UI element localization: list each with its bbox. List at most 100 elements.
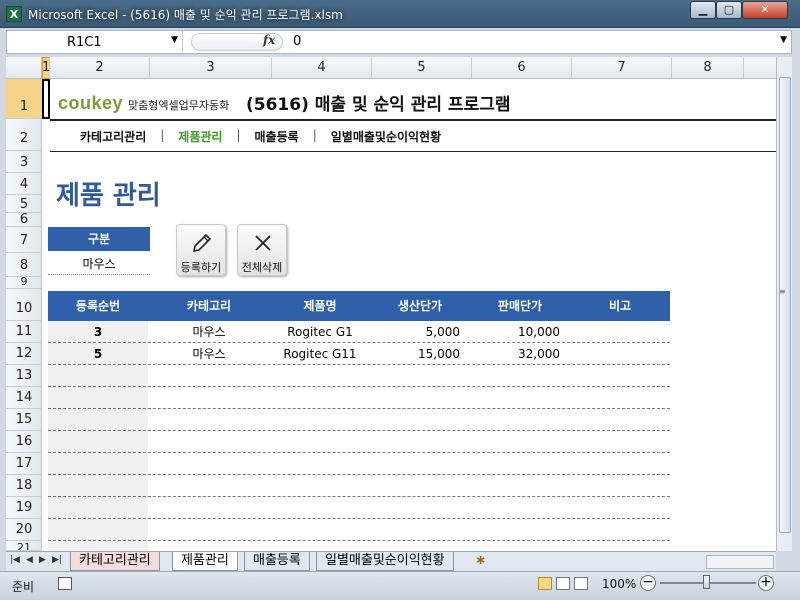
row-header[interactable]: 5	[6, 195, 42, 213]
cell-note[interactable]	[570, 321, 670, 343]
close-button[interactable]: ✕	[742, 1, 788, 19]
row-header[interactable]: 2	[6, 119, 42, 151]
cell-product-name[interactable]: Rogitec G1	[270, 321, 370, 343]
row-header[interactable]: 9	[6, 276, 42, 289]
vertical-scrollbar[interactable]: ≡	[776, 57, 792, 551]
table-row-empty[interactable]	[48, 365, 670, 387]
nav-item-daily-report[interactable]: 일별매출및순이익현황	[317, 128, 455, 145]
nav-item-category[interactable]: 카테고리관리	[66, 128, 160, 145]
row-header[interactable]: 7	[6, 227, 42, 253]
row-header[interactable]: 15	[6, 409, 42, 431]
excel-app-icon[interactable]: X	[6, 6, 22, 22]
row-header[interactable]: 12	[6, 343, 42, 365]
column-header[interactable]: 2	[50, 57, 150, 79]
column-header-cost-price[interactable]: 생산단가	[370, 291, 470, 321]
row-header[interactable]: 16	[6, 431, 42, 453]
column-header[interactable]: 8	[672, 57, 744, 79]
cell-sale-price[interactable]: 10,000	[470, 321, 560, 343]
nav-menu: 카테고리관리 | 제품관리 | 매출등록 | 일별매출및순이익현황	[66, 128, 455, 145]
vertical-scroll-thumb[interactable]	[779, 77, 791, 533]
normal-view-icon[interactable]	[538, 577, 552, 590]
page-break-view-icon[interactable]	[574, 577, 588, 590]
row-header[interactable]: 1	[6, 79, 42, 119]
expand-formula-bar-icon[interactable]: ▼	[780, 35, 787, 45]
nav-item-products[interactable]: 제품관리	[164, 128, 236, 145]
row-header[interactable]: 3	[6, 151, 42, 173]
prev-sheet-icon[interactable]: ◀	[26, 555, 33, 565]
column-header-note[interactable]: 비고	[570, 291, 670, 321]
column-header-category[interactable]: 카테고리	[148, 291, 270, 321]
table-row-empty[interactable]	[48, 387, 670, 409]
zoom-slider-thumb[interactable]	[703, 575, 710, 589]
zoom-out-icon[interactable]: −	[640, 575, 656, 591]
delete-all-button[interactable]: 전체삭제	[237, 224, 287, 276]
sheet-tab-category[interactable]: 카테고리관리	[70, 552, 160, 571]
column-header[interactable]: 5	[372, 57, 472, 79]
sheet-tab-sales-register[interactable]: 매출등록	[244, 552, 310, 571]
next-sheet-icon[interactable]: ▶	[39, 555, 46, 565]
zoom-in-icon[interactable]: +	[758, 575, 774, 591]
cell-cost-price[interactable]: 5,000	[370, 321, 460, 343]
new-sheet-icon[interactable]: ✱	[476, 554, 492, 568]
minimize-button[interactable]: ▁	[690, 1, 716, 19]
row-header[interactable]: 14	[6, 387, 42, 409]
cell-reg-no[interactable]: 3	[48, 321, 148, 343]
macro-record-icon[interactable]	[58, 577, 72, 590]
column-header[interactable]: 7	[572, 57, 672, 79]
row-header[interactable]: 21	[6, 541, 42, 551]
chevron-down-icon[interactable]: ▼	[171, 35, 178, 45]
row-header[interactable]: 18	[6, 475, 42, 497]
table-row-empty[interactable]	[48, 431, 670, 453]
first-sheet-icon[interactable]: |◀	[10, 555, 20, 565]
cell-sale-price[interactable]: 32,000	[470, 343, 560, 365]
cell-category[interactable]: 마우스	[148, 343, 270, 365]
horizontal-scrollbar[interactable]	[706, 555, 774, 569]
nav-item-sales-register[interactable]: 매출등록	[241, 128, 313, 145]
column-header-product-name[interactable]: 제품명	[270, 291, 370, 321]
table-row-empty[interactable]	[48, 497, 670, 519]
table-row[interactable]: 3 마우스 Rogitec G1 5,000 10,000	[48, 321, 670, 343]
select-all-corner[interactable]	[6, 57, 42, 79]
last-sheet-icon[interactable]: ▶|	[52, 555, 62, 565]
cell-product-name[interactable]: Rogitec G11	[270, 343, 370, 365]
sheet-tab-products[interactable]: 제품관리	[172, 552, 238, 571]
table-row-empty[interactable]	[48, 409, 670, 431]
table-row-empty[interactable]	[48, 519, 670, 541]
column-header[interactable]: 3	[150, 57, 272, 79]
status-bar: 준비 100% − +	[0, 571, 800, 600]
filter-select[interactable]: 마우스	[48, 253, 150, 275]
zoom-level[interactable]: 100%	[602, 577, 636, 591]
column-header-reg-no[interactable]: 등록순번	[48, 291, 148, 321]
row-header[interactable]: 4	[6, 173, 42, 195]
table-row-empty[interactable]	[48, 475, 670, 497]
row-header[interactable]: 6	[6, 213, 42, 227]
page-layout-view-icon[interactable]	[556, 577, 570, 590]
maximize-button[interactable]: ▢	[716, 1, 742, 19]
register-button[interactable]: 등록하기	[176, 224, 226, 276]
table-row-empty[interactable]	[48, 453, 670, 475]
row-header[interactable]: 11	[6, 321, 42, 343]
column-header-sale-price[interactable]: 판매단가	[470, 291, 570, 321]
row-header[interactable]: 8	[6, 253, 42, 277]
row-header[interactable]: 19	[6, 497, 42, 519]
cell-category[interactable]: 마우스	[148, 321, 270, 343]
column-headers: 1 2 3 4 5 6 7 8	[6, 57, 776, 79]
insert-function-icon[interactable]: fx	[263, 33, 275, 47]
row-header[interactable]: 13	[6, 365, 42, 387]
column-header[interactable]: 4	[272, 57, 372, 79]
row-header[interactable]: 17	[6, 453, 42, 475]
active-cell[interactable]	[42, 79, 50, 119]
row-header[interactable]: 20	[6, 519, 42, 541]
worksheet-grid[interactable]: 1 2 3 4 5 6 7 8 1 2 3 4 5 6 7 8 9 10 11 …	[6, 57, 776, 551]
table-row[interactable]: 5 마우스 Rogitec G11 15,000 32,000	[48, 343, 670, 365]
cell-reg-no[interactable]: 5	[48, 343, 148, 365]
cell-cost-price[interactable]: 15,000	[370, 343, 460, 365]
column-header[interactable]: 6	[472, 57, 572, 79]
row-header[interactable]: 10	[6, 289, 42, 321]
name-box[interactable]: R1C1 ▼	[7, 31, 183, 53]
column-header[interactable]: 1	[42, 57, 50, 79]
cell-note[interactable]	[570, 343, 670, 365]
sheet-tab-daily-report[interactable]: 일별매출및순이익현황	[316, 552, 454, 571]
formula-input[interactable]: 0	[293, 34, 301, 49]
program-title: (5616) 매출 및 순익 관리 프로그램	[246, 95, 511, 115]
